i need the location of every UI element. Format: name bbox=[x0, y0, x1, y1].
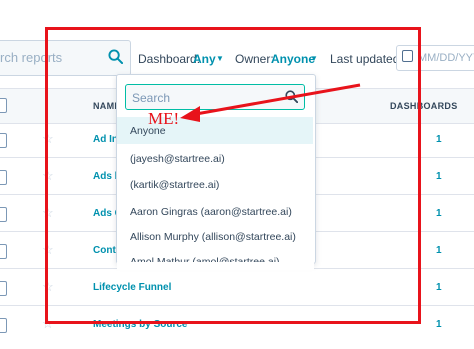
date-placeholder: MM/DD/YYY bbox=[418, 52, 474, 64]
row-checkbox[interactable] bbox=[0, 170, 7, 185]
annotation-label: ME! bbox=[148, 109, 180, 128]
dashboard-count-link[interactable]: 1 bbox=[436, 134, 442, 145]
select-all-checkbox[interactable] bbox=[0, 98, 7, 113]
row-checkbox[interactable] bbox=[0, 207, 7, 222]
dashboard-count-link[interactable]: 1 bbox=[436, 282, 442, 293]
row-checkbox[interactable] bbox=[0, 281, 7, 296]
annotation-highlight-box bbox=[45, 27, 421, 324]
row-checkbox[interactable] bbox=[0, 133, 7, 148]
row-checkbox[interactable] bbox=[0, 318, 7, 333]
dashboard-count-link[interactable]: 1 bbox=[436, 171, 442, 182]
dashboard-count-link[interactable]: 1 bbox=[436, 245, 442, 256]
dashboard-count-link[interactable]: 1 bbox=[436, 319, 442, 330]
dashboard-count-link[interactable]: 1 bbox=[436, 208, 442, 219]
row-checkbox[interactable] bbox=[0, 244, 7, 259]
